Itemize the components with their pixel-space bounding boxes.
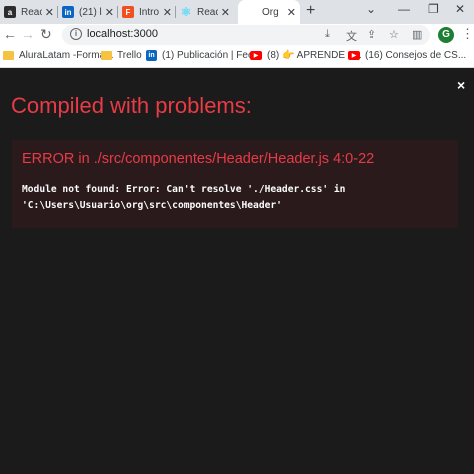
tab-linkedin[interactable]: in (21) l ✕: [58, 0, 118, 24]
close-tab-icon[interactable]: ✕: [221, 6, 230, 19]
error-message-line-2: 'C:\Users\Usuario\org\src\componentes\He…: [22, 200, 282, 211]
side-panel-icon[interactable]: ▥: [412, 28, 422, 41]
profile-avatar[interactable]: G: [438, 27, 454, 43]
youtube-icon: ▶: [250, 51, 262, 60]
tab-label: (21) l: [79, 6, 102, 18]
figma-icon: F: [122, 6, 134, 18]
maximize-icon[interactable]: ❐: [428, 2, 439, 16]
translate-icon[interactable]: 文: [346, 28, 357, 44]
folder-icon: [101, 51, 112, 60]
browser-toolbar: ← → ↻ i localhost:3000 ⤓ 文 ⇪ ☆ ▥ G ⋮: [0, 24, 474, 46]
tab-label: Intro: [139, 6, 160, 18]
url-text[interactable]: localhost:3000: [87, 28, 158, 40]
bookmark-youtube-consejos[interactable]: ▶ (16) Consejos de CS...: [348, 50, 466, 61]
bookmark-label: Trello: [117, 50, 142, 61]
tab-strip: a Reac ✕ in (21) l ✕ F Intro ✕ ⚛ Reac ✕ …: [0, 0, 474, 24]
share-icon[interactable]: ⇪: [367, 28, 376, 41]
close-window-icon[interactable]: ✕: [455, 2, 465, 16]
bookmark-star-icon[interactable]: ☆: [389, 28, 399, 41]
tab-label: Reac: [21, 6, 42, 18]
tab-label: Org: [262, 6, 279, 18]
error-heading: ERROR in ./src/componentes/Header/Header…: [22, 151, 375, 167]
close-tab-icon[interactable]: ✕: [287, 6, 296, 19]
bookmark-youtube-aprende[interactable]: ▶ (8) 👉 APRENDE a...: [250, 50, 362, 61]
folder-icon: [3, 51, 14, 60]
reload-icon[interactable]: ↻: [40, 26, 52, 43]
linkedin-icon: in: [62, 6, 74, 18]
tab-react-2[interactable]: ⚛ Reac ✕: [176, 0, 234, 24]
bookmark-label: (1) Publicación | Fee...: [162, 50, 262, 61]
close-tab-icon[interactable]: ✕: [163, 6, 172, 19]
error-overlay: × Compiled with problems: ERROR in ./src…: [0, 69, 474, 474]
page-title: Compiled with problems:: [11, 93, 252, 118]
site-info-icon[interactable]: i: [70, 28, 82, 40]
tab-org-active[interactable]: Org ✕: [238, 0, 300, 24]
a-icon: a: [4, 6, 16, 18]
bookmark-linkedin-post[interactable]: in (1) Publicación | Fee...: [146, 50, 262, 61]
bookmarks-bar: AluraLatam -Forma... Trello in (1) Publi…: [0, 46, 474, 68]
install-app-icon[interactable]: ⤓: [325, 28, 330, 41]
youtube-icon: ▶: [348, 51, 360, 60]
forward-icon[interactable]: →: [21, 26, 35, 42]
linkedin-icon: in: [146, 50, 157, 61]
close-overlay-button[interactable]: ×: [457, 77, 465, 93]
address-bar[interactable]: i localhost:3000 ⤓ 文 ⇪ ☆ ▥: [62, 25, 430, 45]
new-tab-button[interactable]: +: [306, 2, 315, 20]
error-message-line-1: Module not found: Error: Can't resolve '…: [22, 184, 346, 195]
close-tab-icon[interactable]: ✕: [105, 6, 114, 19]
close-tab-icon[interactable]: ✕: [45, 6, 54, 19]
bookmark-trello[interactable]: Trello: [101, 50, 142, 61]
react-icon: ⚛: [180, 5, 192, 19]
bookmark-label: (16) Consejos de CS...: [365, 50, 467, 61]
tab-label: Reac: [197, 6, 218, 18]
error-message: Module not found: Error: Can't resolve '…: [22, 182, 345, 214]
tab-search-icon[interactable]: ⌄: [366, 2, 376, 16]
tab-react-1[interactable]: a Reac ✕: [0, 0, 58, 24]
tab-figma[interactable]: F Intro ✕: [118, 0, 176, 24]
browser-menu-icon[interactable]: ⋮: [461, 26, 474, 42]
error-panel: ERROR in ./src/componentes/Header/Header…: [12, 140, 458, 228]
back-icon[interactable]: ←: [3, 26, 17, 42]
bookmark-aluralatam[interactable]: AluraLatam -Forma...: [3, 50, 113, 61]
minimize-icon[interactable]: —: [398, 2, 410, 16]
bookmark-label: AluraLatam -Forma...: [19, 50, 114, 61]
